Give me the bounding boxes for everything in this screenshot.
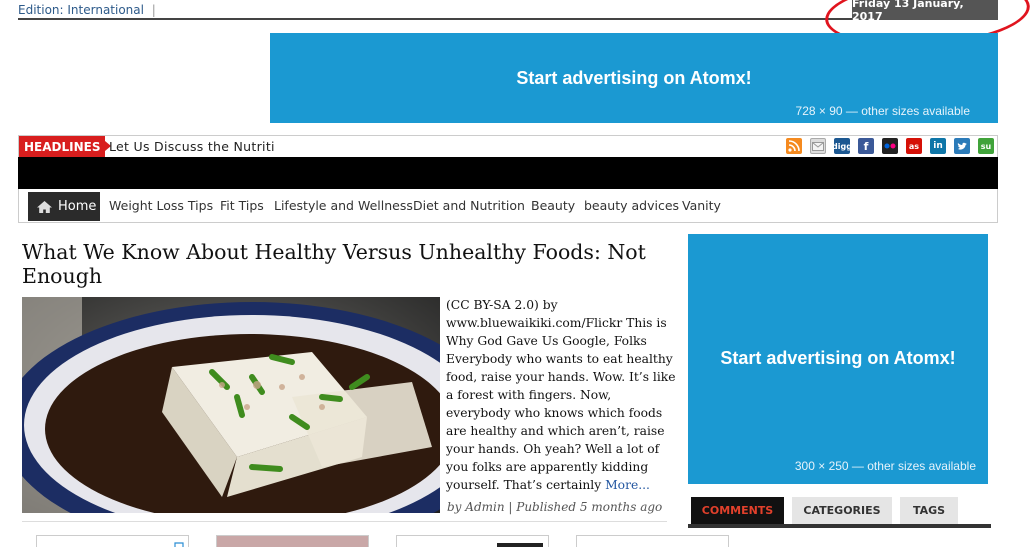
nav-home-label: Home (58, 199, 97, 214)
nav-item-diet-nutrition[interactable]: Diet and Nutrition (413, 198, 525, 213)
nav-item-beauty[interactable]: Beauty (531, 198, 575, 213)
digg-icon[interactable]: digg (832, 138, 852, 154)
read-more-link[interactable]: More... (605, 478, 650, 492)
nav-home-button[interactable]: Home (28, 192, 100, 221)
edition-text: Edition: International (18, 3, 144, 17)
top-divider (18, 18, 998, 20)
thumbnail-card[interactable] (396, 535, 549, 547)
stumbleupon-icon[interactable]: su (978, 138, 994, 154)
headlines-label: HEADLINES (19, 136, 113, 157)
article-meta: by Admin | Published 5 months ago (447, 500, 663, 514)
article-title[interactable]: What We Know About Healthy Versus Unheal… (22, 240, 662, 288)
thumbnail-card[interactable] (216, 535, 369, 547)
facebook-icon[interactable]: f (858, 138, 874, 154)
twitter-icon[interactable] (954, 138, 970, 154)
linkedin-icon[interactable]: in (930, 138, 946, 154)
social-icons: digg f as in su (786, 138, 994, 154)
header-black-band (18, 157, 998, 189)
thumbnail-card[interactable] (36, 535, 189, 547)
nav-item-fit-tips[interactable]: Fit Tips (220, 198, 264, 213)
sidebar-tabs: COMMENTS CATEGORIES TAGS (688, 497, 991, 528)
article-image[interactable] (22, 297, 440, 513)
date-badge: Friday 13 January, 2017 (852, 0, 998, 23)
headlines-bar: HEADLINES Let Us Discuss the Nutriti dig… (18, 135, 998, 157)
tabs-underline (688, 524, 991, 528)
ad-sizes-note: 300 × 250 — other sizes available (794, 459, 976, 473)
tab-tags[interactable]: TAGS (900, 497, 958, 524)
home-icon (37, 200, 52, 213)
lastfm-icon[interactable]: as (906, 138, 922, 154)
edition-separator: | (151, 3, 156, 17)
thumbnail-card[interactable] (576, 535, 729, 547)
top-ad-banner[interactable]: Start advertising on Atomx! 728 × 90 — o… (270, 33, 998, 123)
ad-title[interactable]: Start advertising on Atomx! (270, 68, 998, 89)
ad-sizes-note: 728 × 90 — other sizes available (795, 104, 970, 118)
rss-icon[interactable] (786, 138, 802, 154)
sidebar-ad-banner[interactable]: Start advertising on Atomx! 300 × 250 — … (688, 234, 988, 484)
nav-item-vanity[interactable]: Vanity (682, 198, 721, 213)
edition-label: Edition: International | (18, 3, 156, 17)
article-excerpt-text: (CC BY-SA 2.0) by www.bluewaikiki.com/Fl… (446, 298, 676, 492)
article-divider (22, 521, 667, 522)
nav-item-lifestyle-wellness[interactable]: Lifestyle and Wellness (274, 198, 413, 213)
email-icon[interactable] (810, 138, 826, 154)
tab-comments[interactable]: COMMENTS (691, 497, 784, 524)
article-excerpt: (CC BY-SA 2.0) by www.bluewaikiki.com/Fl… (446, 296, 678, 494)
headline-ticker-link[interactable]: Let Us Discuss the Nutriti (109, 139, 275, 154)
nav-item-beauty-advices[interactable]: beauty advices (584, 198, 679, 213)
main-nav: Home Weight Loss Tips Fit Tips Lifestyle… (18, 189, 998, 223)
flickr-icon[interactable] (882, 138, 898, 154)
ad-title[interactable]: Start advertising on Atomx! (688, 348, 988, 369)
nav-item-weight-loss-tips[interactable]: Weight Loss Tips (109, 198, 213, 213)
tab-categories[interactable]: CATEGORIES (792, 497, 892, 524)
